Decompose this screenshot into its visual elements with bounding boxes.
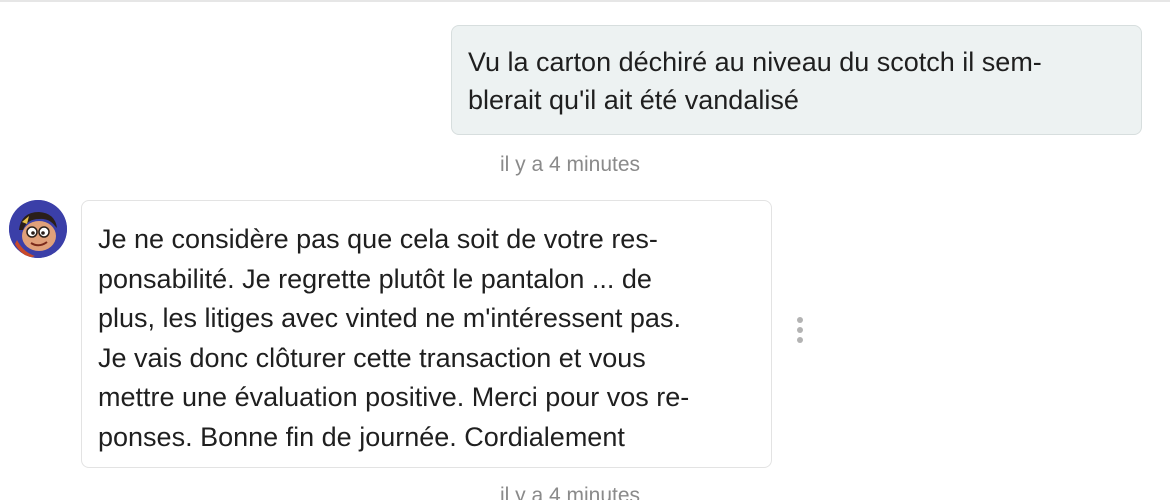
outgoing-message-bubble: Vu la carton déchiré au niveau du scotch… bbox=[451, 25, 1142, 135]
message-text-line: ponsabilité. Je regrette plutôt le panta… bbox=[98, 263, 652, 294]
message-text-line: Vu la carton déchiré au niveau du scotch… bbox=[468, 47, 1042, 77]
avatar[interactable] bbox=[9, 200, 67, 258]
message-text-line: plus, les litiges avec vinted ne m'intér… bbox=[98, 303, 681, 333]
message-text-line: Je vais donc clôturer cette transaction … bbox=[98, 342, 646, 373]
more-vertical-icon[interactable] bbox=[788, 313, 812, 347]
message-text-line: blerait qu'il ait été vandalisé bbox=[468, 85, 799, 115]
message-text-line: mettre une évaluation positive. Merci po… bbox=[98, 382, 690, 412]
incoming-message-bubble: Je ne considère pas que cela soit de vot… bbox=[81, 200, 772, 468]
conversation-thread: Vu la carton déchiré au niveau du scotch… bbox=[0, 0, 1170, 500]
dot bbox=[797, 317, 803, 323]
message-timestamp: il y a 4 minutes bbox=[500, 484, 641, 500]
message-text-line: Je ne considère pas que cela soit de vot… bbox=[98, 224, 658, 254]
message-timestamp: il y a 4 minutes bbox=[500, 153, 641, 176]
dot bbox=[797, 327, 803, 333]
top-divider bbox=[0, 0, 1170, 2]
message-text-line: ponses. Bonne fin de journée. Cordialeme… bbox=[98, 421, 625, 452]
avatar-cartoon-icon bbox=[9, 200, 67, 258]
dot bbox=[797, 337, 803, 343]
